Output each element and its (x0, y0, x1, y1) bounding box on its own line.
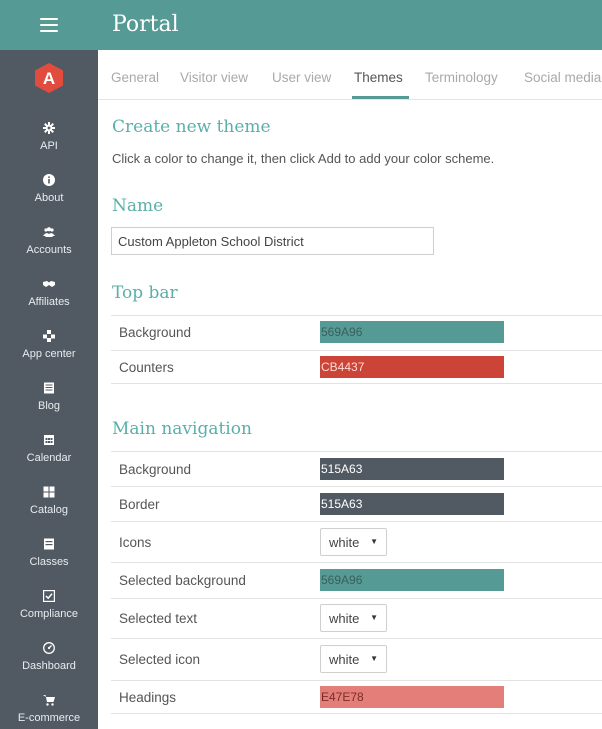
mainnav-icons-row: Icons white ▼ (111, 521, 602, 562)
caret-down-icon: ▼ (370, 613, 378, 622)
dashboard-icon (0, 640, 98, 656)
row-label: Icons (119, 535, 152, 550)
settings-tabs: General Visitor view User view Themes Te… (98, 50, 602, 100)
sidebar: A API About Accounts Affiliates App cent… (0, 50, 98, 729)
mainnav-selected-text-row: Selected text white ▼ (111, 598, 602, 638)
classes-icon (0, 536, 98, 552)
sidebar-item-label: Compliance (19, 608, 79, 620)
sidebar-item-label: Calendar (26, 452, 72, 464)
sidebar-item-accounts[interactable]: Accounts (0, 222, 98, 272)
sidebar-item-blog[interactable]: Blog (0, 378, 98, 428)
sidebar-item-app-center[interactable]: App center (0, 326, 98, 376)
active-tab-indicator (352, 96, 409, 99)
row-label: Counters (119, 360, 174, 375)
row-label: Headings (119, 690, 177, 705)
row-label: Selected icon (119, 652, 201, 667)
sidebar-item-label: About (34, 192, 64, 204)
info-icon (0, 172, 98, 188)
select-value: white (329, 652, 360, 667)
topbar-background-row: Background 569A96 (111, 315, 602, 350)
sidebar-item-about[interactable]: About (0, 170, 98, 220)
row-label: Background (119, 325, 192, 340)
newspaper-icon (0, 380, 98, 396)
tab-terminology[interactable]: Terminology (425, 70, 498, 85)
tab-themes[interactable]: Themes (354, 70, 403, 85)
row-label: Selected background (119, 573, 246, 588)
color-swatch[interactable]: 569A96 (320, 321, 504, 343)
grid-icon (0, 484, 98, 500)
handshake-icon (0, 276, 98, 292)
caret-down-icon: ▼ (370, 537, 378, 546)
top-bar: Portal (0, 0, 602, 50)
row-label: Background (119, 462, 192, 477)
select-value: white (329, 611, 360, 626)
sidebar-item-label: Catalog (30, 504, 68, 516)
sidebar-item-e-commerce[interactable]: E-commerce (0, 690, 98, 729)
mainnav-headings-row: Headings E47E78 (111, 680, 602, 714)
name-heading: Name (112, 196, 164, 216)
sidebar-item-dashboard[interactable]: Dashboard (0, 638, 98, 688)
check-square-icon (0, 588, 98, 604)
sidebar-item-label: Blog (37, 400, 61, 412)
mainnav-background-row: Background 515A63 (111, 451, 602, 486)
logo-letter: A (43, 69, 55, 88)
color-swatch[interactable]: CB4437 (320, 356, 504, 378)
caret-down-icon: ▼ (370, 654, 378, 663)
sidebar-item-affiliates[interactable]: Affiliates (0, 274, 98, 324)
sidebar-item-label: Accounts (26, 244, 72, 256)
main-navigation-heading: Main navigation (112, 419, 252, 439)
sidebar-item-label: API (40, 140, 58, 152)
tab-user-view[interactable]: User view (272, 70, 331, 85)
menu-button[interactable] (0, 0, 98, 50)
color-swatch[interactable]: E47E78 (320, 686, 504, 708)
sidebar-item-compliance[interactable]: Compliance (0, 586, 98, 636)
create-theme-heading: Create new theme (112, 117, 271, 137)
mainnav-selected-icon-row: Selected icon white ▼ (111, 638, 602, 680)
hamburger-icon (40, 18, 58, 32)
tab-social-media[interactable]: Social media (524, 70, 601, 85)
sidebar-item-label: App center (22, 348, 76, 360)
tab-visitor-view[interactable]: Visitor view (180, 70, 248, 85)
top-bar-heading: Top bar (112, 283, 178, 303)
topbar-counters-row: Counters CB4437 (111, 350, 602, 384)
appleton-logo[interactable]: A (35, 63, 63, 93)
sidebar-item-classes[interactable]: Classes (0, 534, 98, 584)
sidebar-item-calendar[interactable]: Calendar (0, 430, 98, 480)
cubes-icon (0, 328, 98, 344)
sidebar-item-label: Dashboard (22, 660, 76, 672)
sidebar-item-api[interactable]: API (0, 118, 98, 168)
mainnav-border-row: Border 515A63 (111, 486, 602, 521)
icons-color-select[interactable]: white ▼ (320, 528, 387, 556)
color-swatch[interactable]: 515A63 (320, 493, 504, 515)
calendar-icon (0, 432, 98, 448)
row-label: Selected text (119, 611, 198, 626)
theme-name-input[interactable] (111, 227, 434, 255)
cart-icon (0, 692, 98, 708)
color-swatch[interactable]: 569A96 (320, 569, 504, 591)
instructions-text: Click a color to change it, then click A… (112, 151, 495, 166)
app-title: Portal (112, 12, 179, 37)
selected-text-color-select[interactable]: white ▼ (320, 604, 387, 632)
sidebar-item-catalog[interactable]: Catalog (0, 482, 98, 532)
sidebar-item-label: E-commerce (17, 712, 81, 724)
row-label: Border (119, 497, 160, 512)
tab-general[interactable]: General (111, 70, 159, 85)
sidebar-item-label: Affiliates (28, 296, 70, 308)
select-value: white (329, 535, 360, 550)
sidebar-item-label: Classes (29, 556, 69, 568)
selected-icon-color-select[interactable]: white ▼ (320, 645, 387, 673)
color-swatch[interactable]: 515A63 (320, 458, 504, 480)
gear-icon (0, 120, 98, 136)
users-icon (0, 224, 98, 240)
mainnav-selected-background-row: Selected background 569A96 (111, 562, 602, 598)
